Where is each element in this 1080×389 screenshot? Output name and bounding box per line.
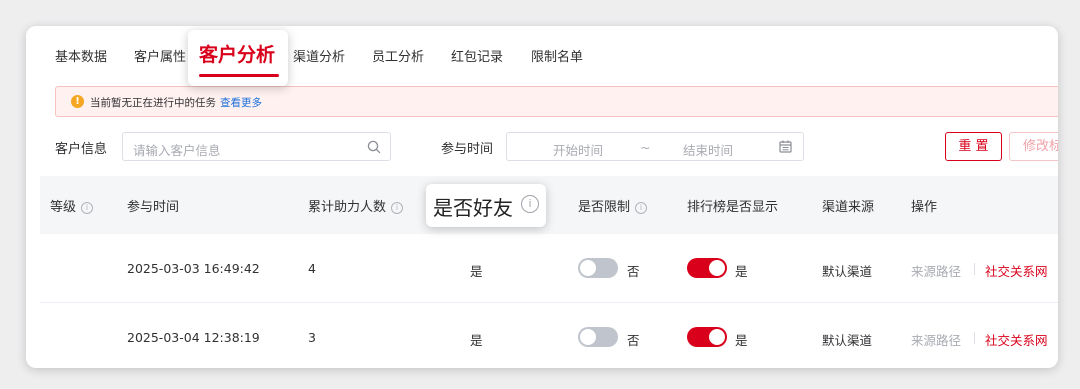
header-helpers-label: 累计助力人数 [308, 200, 387, 215]
search-icon[interactable] [366, 139, 382, 155]
end-time-input[interactable]: 结束时间 [683, 140, 733, 159]
limit-toggle[interactable] [578, 258, 618, 278]
header-actions: 操作 [911, 200, 938, 215]
ranking-toggle-text: 是 [735, 333, 748, 348]
info-icon[interactable]: i [81, 202, 94, 214]
header-helpers: 累计助力人数 i [308, 196, 404, 215]
table-header: 等级 i 参与时间 累计助力人数 i 是否限制 i 排行榜是否显示 渠道来源 操作 [40, 176, 1058, 234]
toggle-knob [709, 329, 725, 345]
customer-info-label: 客户信息 [55, 142, 108, 157]
social-network-link[interactable]: 社交关系网 [985, 261, 1048, 280]
tab-channel-analysis[interactable]: 渠道分析 [293, 46, 345, 65]
tab-basic-data[interactable]: 基本数据 [55, 46, 107, 65]
warning-icon: ! [71, 95, 84, 108]
header-ranking-visible: 排行榜是否显示 [687, 200, 779, 215]
cell-join-time: 2025-03-03 16:49:42 [127, 261, 260, 276]
cell-is-friend: 是 [470, 264, 483, 279]
tab-customer-analysis[interactable]: 客户分析 [188, 30, 288, 86]
alert-text: 当前暂无正在进行中的任务 [90, 97, 216, 109]
customer-analysis-panel: 基本数据 客户属性 渠道分析 员工分析 红包记录 限制名单 客户分析 ! 当前暂… [26, 26, 1058, 368]
tab-customer-analysis-label: 客户分析 [199, 44, 276, 66]
limit-toggle-text: 否 [627, 264, 640, 279]
action-divider [974, 263, 975, 275]
ranking-toggle[interactable] [687, 327, 727, 347]
customer-info-placeholder: 请输入客户信息 [133, 143, 221, 158]
tab-customer-attributes[interactable]: 客户属性 [134, 46, 186, 65]
toggle-knob [709, 260, 725, 276]
limit-toggle-text: 否 [627, 333, 640, 348]
social-network-link[interactable]: 社交关系网 [985, 330, 1048, 349]
edit-tags-button[interactable]: 修改标 [1009, 132, 1058, 161]
tab-red-packet-records[interactable]: 红包记录 [451, 46, 503, 65]
header-is-friend-label: 是否好友 [433, 196, 513, 220]
header-level-label: 等级 [50, 200, 77, 215]
tab-staff-analysis[interactable]: 员工分析 [372, 46, 424, 65]
task-alert: ! 当前暂无正在进行中的任务 查看更多 [55, 86, 1058, 117]
cell-is-friend: 是 [470, 333, 483, 348]
ranking-toggle[interactable] [687, 258, 727, 278]
active-tab-underline [199, 74, 279, 77]
join-time-label: 参与时间 [441, 142, 494, 157]
action-divider [974, 332, 975, 344]
tab-bar: 基本数据 客户属性 渠道分析 员工分析 红包记录 限制名单 [26, 26, 1058, 82]
table-row: 2025-03-04 12:38:19 3 是 否 是 默认渠道 来源路径 社交… [40, 303, 1058, 368]
cell-channel-source: 默认渠道 [822, 333, 873, 348]
ranking-toggle-text: 是 [735, 264, 748, 279]
source-path-link[interactable]: 来源路径 [911, 330, 961, 349]
header-is-limited-label: 是否限制 [578, 200, 631, 215]
cell-helpers: 3 [308, 330, 316, 345]
source-path-link[interactable]: 来源路径 [911, 261, 961, 280]
table-row: 2025-03-03 16:49:42 4 是 否 是 默认渠道 来源路径 社交… [40, 234, 1058, 303]
toggle-knob [580, 260, 596, 276]
info-icon[interactable]: i [521, 195, 539, 213]
limit-toggle[interactable] [578, 327, 618, 347]
reset-button[interactable]: 重 置 [945, 132, 1002, 161]
cell-channel-source: 默认渠道 [822, 264, 873, 279]
header-level: 等级 i [50, 196, 94, 215]
customer-info-input[interactable]: 请输入客户信息 [122, 132, 391, 161]
cell-helpers: 4 [308, 261, 316, 276]
header-is-limited: 是否限制 i [578, 196, 648, 215]
header-channel-source: 渠道来源 [822, 200, 875, 215]
header-join-time: 参与时间 [127, 200, 180, 215]
tab-restricted-list[interactable]: 限制名单 [531, 46, 583, 65]
range-separator: ~ [640, 140, 651, 155]
cell-join-time: 2025-03-04 12:38:19 [127, 330, 260, 345]
header-is-friend: 是否好友 i [426, 184, 546, 227]
calendar-icon[interactable] [778, 139, 793, 154]
start-time-input[interactable]: 开始时间 [553, 140, 603, 159]
view-more-link[interactable]: 查看更多 [220, 97, 262, 109]
alert-message: 当前暂无正在进行中的任务 查看更多 [90, 95, 262, 110]
info-icon[interactable]: i [635, 202, 648, 214]
join-time-range[interactable]: 开始时间 ~ 结束时间 [506, 132, 804, 161]
info-icon[interactable]: i [391, 202, 404, 214]
toggle-knob [580, 329, 596, 345]
